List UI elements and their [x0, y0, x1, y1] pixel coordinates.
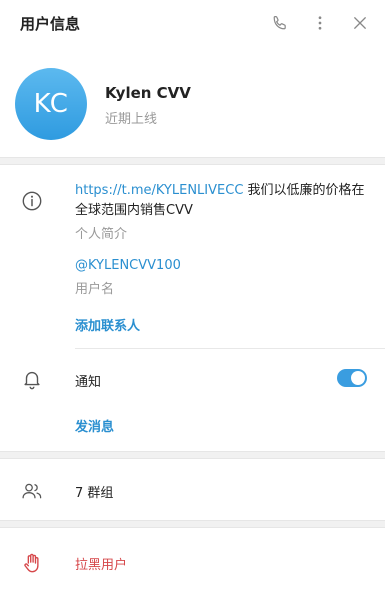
block-user-button[interactable]: 拉黑用户 [75, 554, 127, 573]
profile-status: 近期上线 [105, 112, 158, 127]
add-contact-button[interactable]: 添加联系人 [75, 315, 140, 334]
bell-icon [21, 368, 43, 390]
avatar-initials: KC [33, 89, 69, 119]
section-divider [0, 520, 385, 528]
notifications-toggle[interactable] [337, 369, 367, 387]
notifications-label: 通知 [75, 375, 102, 390]
section-divider [0, 157, 385, 165]
bio-label: 个人简介 [75, 227, 128, 242]
info-icon [21, 190, 43, 212]
avatar[interactable]: KC [15, 68, 87, 140]
more-vertical-icon[interactable] [309, 12, 331, 34]
username-label: 用户名 [75, 282, 115, 297]
section-divider [0, 451, 385, 459]
phone-icon[interactable] [269, 12, 291, 34]
groups-icon [21, 480, 43, 502]
header: 用户信息 [0, 0, 385, 46]
profile-name: Kylen CVV [105, 84, 191, 102]
bio-link[interactable]: https://t.me/KYLENLIVECC [75, 183, 243, 198]
close-icon[interactable] [349, 12, 371, 34]
profile-section: KC Kylen CVV 近期上线 [0, 46, 385, 158]
hand-stop-icon [21, 552, 43, 574]
bio-text: https://t.me/KYLENLIVECC 我们以低廉的价格在全球范围内销… [75, 181, 370, 221]
username-value[interactable]: @KYLENCVV100 [75, 258, 181, 273]
send-message-button[interactable]: 发消息 [75, 416, 114, 435]
groups-row[interactable]: 7 群组 [75, 482, 113, 501]
page-title: 用户信息 [20, 15, 81, 33]
inner-divider [75, 348, 385, 349]
toggle-knob [351, 371, 365, 385]
